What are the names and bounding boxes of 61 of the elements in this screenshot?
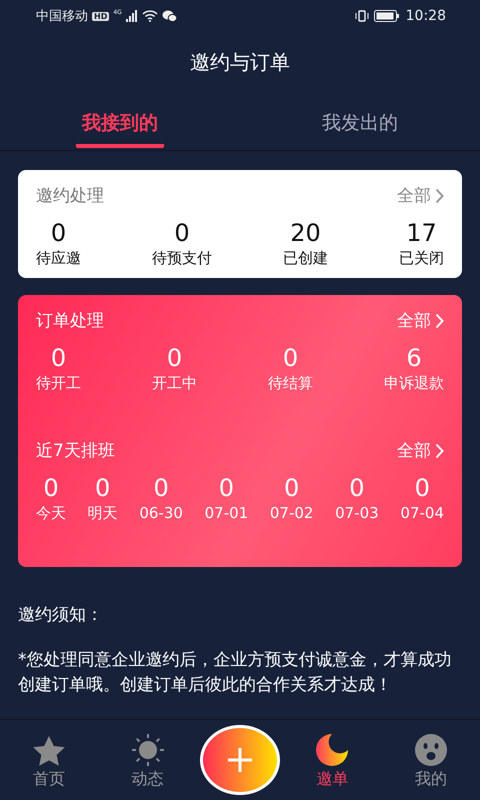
stat-label: 今天 (36, 504, 66, 523)
face-icon (414, 733, 448, 767)
stat-label: 待开工 (36, 374, 81, 393)
signal-icon (126, 10, 138, 22)
stat-value: 0 (154, 474, 169, 502)
clock-time: 10:28 (406, 8, 446, 24)
chevron-icon (435, 188, 444, 204)
nav-tab[interactable]: 邀单 (283, 720, 382, 800)
stat-label: 待预支付 (152, 249, 212, 268)
stat-value: 0 (166, 344, 182, 372)
stat-label: 已关闭 (399, 249, 444, 268)
stat-label: 申诉退款 (384, 374, 444, 393)
hd-badge: HD (92, 12, 110, 20)
stat-value: 6 (406, 344, 422, 372)
stat-value: 0 (174, 219, 190, 247)
chevron-icon (435, 312, 444, 328)
stat-value: 0 (284, 474, 300, 502)
chat-icon (162, 10, 177, 22)
wifi-icon (142, 10, 158, 22)
stat-label: 明天 (88, 504, 118, 523)
stat-label: 待结算 (268, 374, 313, 393)
stat-value: 0 (414, 474, 430, 502)
stat-value: 20 (290, 219, 321, 247)
nav-tab[interactable]: 我的 (382, 720, 480, 800)
stat-label: 06-30 (139, 504, 183, 522)
page-title: 邀约与订单 (190, 48, 290, 76)
chevron-icon (435, 442, 444, 458)
stat-value: 0 (282, 344, 298, 372)
nav-tab[interactable]: 首页 (0, 720, 98, 800)
stat-value: 0 (50, 344, 66, 372)
stat-label: 07-02 (270, 504, 314, 522)
moon-icon (315, 733, 350, 767)
notice-title: 邀约须知： (18, 604, 104, 626)
notice-text: *您处理同意企业邀约后，企业方预支付诚意金，才算成功创建订单哦。创建订单后彼此的合作关系才达成！ (18, 649, 452, 697)
plus-icon (226, 746, 254, 774)
stat-label: 07-03 (335, 504, 379, 522)
tab[interactable]: 我接到的 (76, 110, 164, 148)
view-all-link[interactable]: 全部 (397, 184, 444, 207)
stat-label: 07-04 (400, 504, 444, 522)
nav-tab[interactable]: 动态 (98, 720, 197, 800)
sun-icon (130, 733, 165, 767)
section-title: 订单处理 (36, 310, 104, 332)
battery-icon (374, 10, 400, 22)
stat-value: 0 (43, 474, 59, 502)
stat-label: 待应邀 (36, 249, 81, 268)
stat-value: 17 (406, 219, 437, 247)
section-title: 近7天排班 (36, 440, 115, 462)
view-all-link[interactable]: 全部 (397, 309, 444, 332)
vibrate-icon (354, 10, 370, 22)
stat-value: 0 (349, 474, 365, 502)
stat-label: 开工中 (152, 374, 197, 393)
stat-label: 已创建 (283, 249, 328, 268)
tab[interactable]: 我发出的 (316, 110, 404, 148)
view-all-link[interactable]: 全部 (397, 439, 444, 462)
stat-value: 0 (50, 219, 66, 247)
star-icon (32, 735, 66, 767)
stat-label: 07-01 (204, 504, 248, 522)
stat-value: 0 (218, 474, 234, 502)
section-title: 邀约处理 (36, 185, 104, 207)
stat-value: 0 (95, 474, 110, 502)
carrier-name: 中国移动 (36, 8, 88, 25)
